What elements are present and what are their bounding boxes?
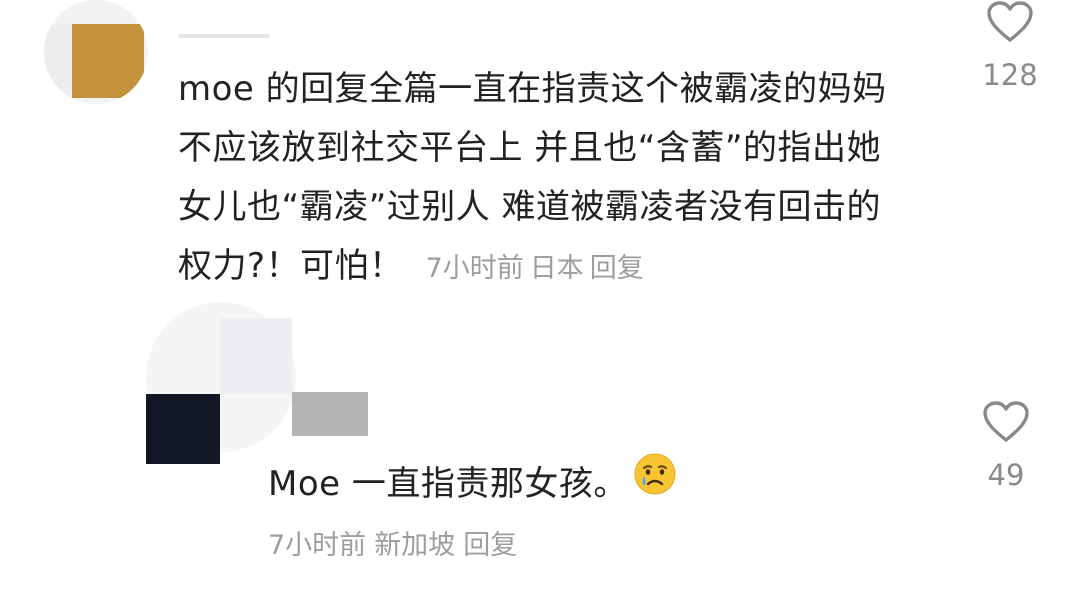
comment-location: 新加坡 (374, 530, 456, 561)
comment-location: 日本 (529, 253, 584, 284)
like-control[interactable]: 128 (972, 0, 1048, 92)
username-blurred[interactable] (292, 392, 368, 436)
comment-body: Moe 一直指责那女孩。 (268, 453, 678, 514)
crying-face-icon (632, 451, 678, 514)
avatar[interactable] (146, 302, 296, 464)
avatar-image-part (220, 318, 292, 394)
avatar-image-part (146, 394, 220, 464)
comment-time: 7小时前 (425, 253, 524, 284)
username-blurred[interactable] (178, 34, 270, 38)
like-control[interactable]: 49 (968, 400, 1044, 492)
comment-body: moe 的回复全篇一直在指责这个被霸凌的妈妈不应该放到社交平台上 并且也“含蓄”… (178, 60, 908, 298)
reply-button[interactable]: 回复 (590, 253, 644, 284)
comment-meta: 7小时前 新加坡 回复 (268, 526, 517, 566)
comment-meta: 7小时前 日本 回复 (426, 253, 644, 284)
like-count: 128 (982, 58, 1038, 92)
avatar-image-part (44, 24, 72, 104)
reply-button[interactable]: 回复 (463, 530, 517, 561)
avatar[interactable] (44, 0, 148, 104)
avatar-image (72, 24, 144, 98)
comment-time: 7小时前 (268, 530, 367, 561)
heart-icon[interactable] (972, 0, 1048, 44)
comment-text: Moe 一直指责那女孩。 (268, 464, 628, 504)
heart-icon[interactable] (968, 400, 1044, 444)
like-count: 49 (987, 458, 1025, 492)
